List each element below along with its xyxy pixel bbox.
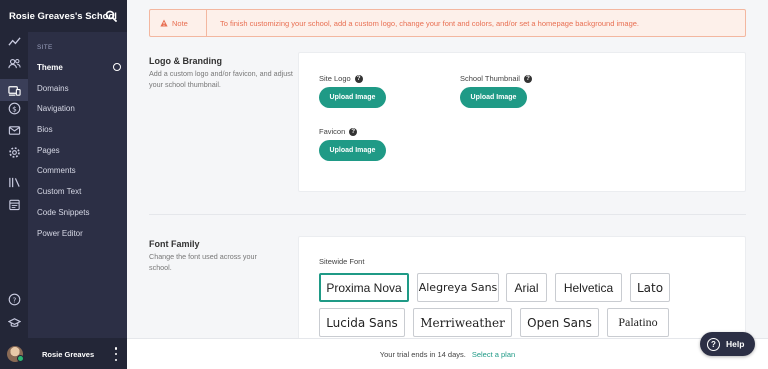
school-header[interactable]: Rosie Greaves's School [0,0,127,32]
site-logo-label-text: Site Logo [319,74,351,83]
sidebar-item-theme[interactable]: Theme [37,63,63,72]
warning-icon [160,19,168,27]
help-button[interactable]: ? Help [700,332,755,356]
library-icon[interactable] [7,175,21,189]
users-icon[interactable] [7,56,21,70]
font-option-palatino[interactable]: Palatino [607,308,669,337]
font-option-lucida-sans[interactable]: Lucida Sans [319,308,405,337]
section-label: SITE [37,44,53,51]
more-options-icon[interactable] [114,347,118,361]
branding-card: Site Logo ? Upload Image School Thumbnai… [298,52,746,192]
font-family-title: Font Family [149,239,200,249]
font-option-lato[interactable]: Lato [630,273,670,302]
select-plan-link[interactable]: Select a plan [472,350,515,359]
sidebar-item-pages[interactable]: Pages [37,146,60,155]
calendar-icon[interactable] [7,197,21,211]
trial-bar: Your trial ends in 14 days. Select a pla… [127,338,768,369]
svg-text:?: ? [12,295,16,304]
trial-text: Your trial ends in 14 days. [379,349,466,359]
font-option-merriweather[interactable]: Merriweather [413,308,512,337]
user-name[interactable]: Rosie Greaves [42,350,94,359]
section-divider [149,214,746,215]
help-circle-icon[interactable]: ? [7,292,21,306]
icon-rail: $ ? [0,32,28,338]
font-family-card: Sitewide Font Proxima Nova Alegreya Sans… [298,236,746,346]
online-badge [17,355,24,362]
active-dot-icon [113,63,121,71]
sidebar-item-comments[interactable]: Comments [37,166,76,175]
note-text: To finish customizing your school, add a… [220,18,639,28]
note-banner: Note To finish customizing your school, … [149,9,746,37]
graduation-cap-icon[interactable] [7,315,21,329]
gear-icon[interactable] [7,145,21,159]
trend-icon[interactable] [7,34,21,48]
mail-icon[interactable] [7,123,21,137]
font-option-proxima-nova[interactable]: Proxima Nova [319,273,409,302]
sidebar-item-custom-text[interactable]: Custom Text [37,187,81,196]
site-logo-label: Site Logo ? [319,74,363,83]
note-label: Note [150,9,207,37]
help-icon[interactable]: ? [523,74,532,83]
sitewide-font-label: Sitewide Font [319,257,365,266]
branding-title: Logo & Branding [149,56,222,66]
question-icon: ? [707,337,720,351]
favicon-label: Favicon ? [319,127,358,136]
sidebar-menu: SITE Theme Domains Navigation Bios Pages… [28,32,127,338]
favicon-label-text: Favicon [319,127,346,136]
sidebar: Rosie Greaves's School $ ? SITE Theme Do… [0,0,127,369]
branding-description: Add a custom logo and/or favicon, and ad… [149,69,293,89]
svg-text:$: $ [12,104,17,113]
search-icon[interactable] [105,10,117,22]
dollar-icon[interactable]: $ [7,101,21,115]
upload-thumbnail-button[interactable]: Upload Image [460,87,527,108]
upload-site-logo-button[interactable]: Upload Image [319,87,386,108]
devices-icon[interactable] [7,83,21,97]
font-option-arial[interactable]: Arial [506,273,547,302]
sidebar-item-navigation[interactable]: Navigation [37,104,75,113]
font-option-alegreya-sans[interactable]: Alegreya Sans [417,273,499,302]
school-thumbnail-label: School Thumbnail ? [460,74,532,83]
sidebar-item-domains[interactable]: Domains [37,84,69,93]
thumbnail-label-text: School Thumbnail [460,74,520,83]
school-name[interactable]: Rosie Greaves's School [9,11,117,22]
font-family-description: Change the font used across your school. [149,252,257,272]
font-option-open-sans[interactable]: Open Sans [520,308,599,337]
help-icon[interactable]: ? [354,74,363,83]
help-icon[interactable]: ? [349,127,358,136]
note-label-text: Note [172,18,188,28]
font-option-helvetica[interactable]: Helvetica [555,273,622,302]
user-footer: Rosie Greaves [0,338,127,369]
help-button-label: Help [726,339,745,349]
sidebar-item-bios[interactable]: Bios [37,125,53,134]
sidebar-item-power-editor[interactable]: Power Editor [37,229,83,238]
upload-favicon-button[interactable]: Upload Image [319,140,386,161]
sidebar-item-code-snippets[interactable]: Code Snippets [37,208,89,217]
